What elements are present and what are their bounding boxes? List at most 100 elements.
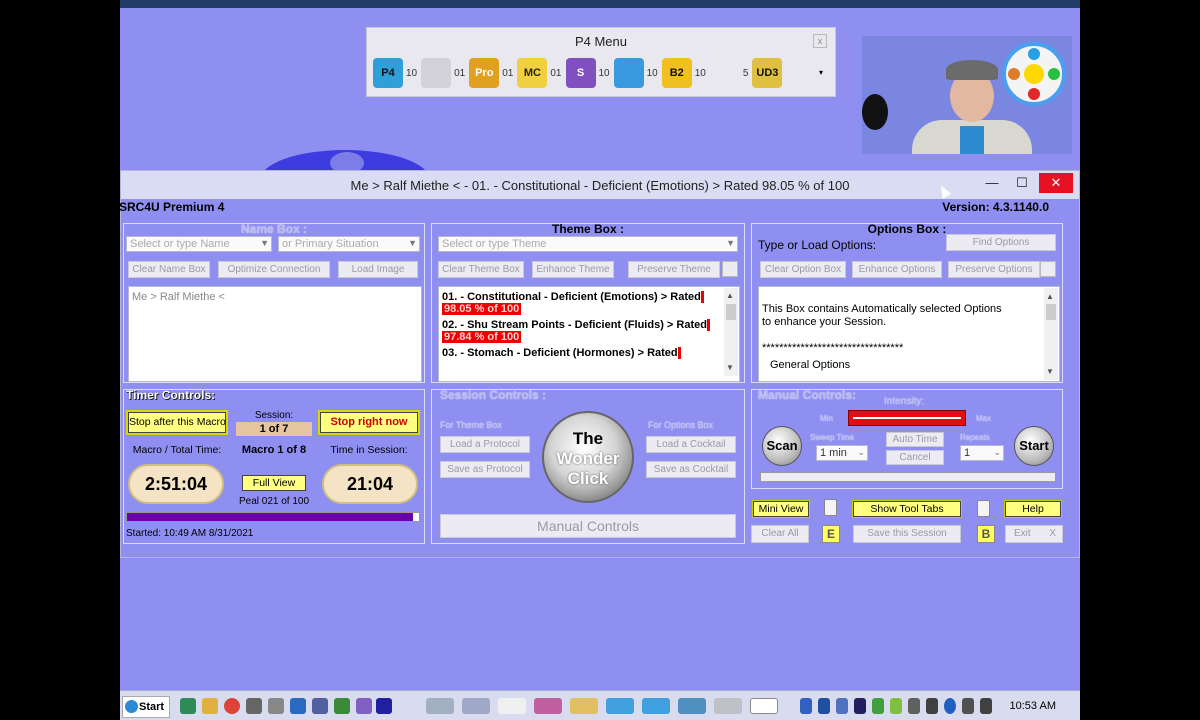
help-button[interactable]: Help — [1005, 501, 1061, 517]
mini-view-button[interactable]: Mini View — [753, 501, 809, 517]
p4-menu-close-button[interactable]: x — [813, 34, 827, 48]
clipboard-icon[interactable] — [824, 499, 837, 516]
intensity-slider[interactable] — [848, 410, 966, 426]
show-tool-tabs-button[interactable]: Show Tool Tabs — [853, 501, 961, 517]
p4-menu-item[interactable]: 01 — [421, 58, 465, 88]
full-view-button[interactable]: Full View — [242, 475, 306, 491]
options-checkbox[interactable] — [1040, 261, 1056, 277]
enhance-options-button[interactable]: Enhance Options — [852, 261, 942, 278]
runner-icon[interactable] — [613, 58, 644, 88]
theme-select[interactable]: Select or type Theme ▼ — [438, 236, 738, 252]
start-button[interactable]: Start — [122, 696, 170, 718]
clear-name-box-button[interactable]: Clear Name Box — [128, 261, 210, 278]
speaker-icon[interactable] — [926, 698, 938, 714]
tray-icon[interactable] — [800, 698, 812, 714]
load-image-button[interactable]: Load Image — [338, 261, 418, 278]
p4-menu-item[interactable]: 5 — [709, 58, 748, 88]
tray-icon[interactable] — [908, 698, 920, 714]
tray-icon[interactable] — [980, 698, 992, 714]
taskbar-clock[interactable]: 10:53 AM — [1010, 700, 1056, 712]
situation-select[interactable]: or Primary Situation ▼ — [278, 236, 420, 252]
tray-icon[interactable] — [836, 698, 848, 714]
minimize-button[interactable]: — — [977, 173, 1007, 193]
b2-icon[interactable]: B2 — [661, 58, 692, 88]
taskbar-chrome-icon[interactable] — [498, 698, 526, 714]
start-button[interactable]: Start — [1014, 426, 1054, 466]
taskbar-app-icon[interactable] — [462, 698, 490, 714]
network-icon[interactable] — [962, 698, 974, 714]
app-icon[interactable] — [246, 698, 262, 714]
taskbar-app-icon[interactable] — [750, 698, 778, 714]
p4-menu-item[interactable]: MC 01 — [517, 58, 562, 88]
optimize-connection-button[interactable]: Optimize Connection — [218, 261, 330, 278]
app-icon[interactable] — [180, 698, 196, 714]
p4-menu-item[interactable]: S 10 — [565, 58, 610, 88]
list-item[interactable]: 01. - Constitutional - Deficient (Emotio… — [442, 291, 721, 315]
manual-controls-button[interactable]: Manual Controls — [440, 514, 736, 538]
app-icon[interactable] — [268, 698, 284, 714]
app-icon[interactable] — [290, 698, 306, 714]
list-item[interactable]: 03. - Stomach - Deficient (Hormones) > R… — [442, 347, 721, 359]
infinity-icon[interactable] — [312, 698, 328, 714]
clear-option-box-button[interactable]: Clear Option Box — [760, 261, 846, 278]
taskbar-app-icon[interactable] — [534, 698, 562, 714]
chevron-down-icon[interactable]: ▾ — [819, 68, 823, 77]
p4-menu-item[interactable]: Pro 01 — [469, 58, 513, 88]
app-icon[interactable] — [334, 698, 350, 714]
load-protocol-button[interactable]: Load a Protocol — [440, 436, 530, 453]
wonder-click-button[interactable]: The Wonder Click — [542, 411, 634, 503]
options-text-area[interactable]: This Box contains Automatically selected… — [758, 286, 1060, 382]
b-button[interactable]: B — [977, 525, 995, 543]
options-scrollbar[interactable]: ▲ ▼ — [1044, 288, 1058, 380]
taskbar-app-icon[interactable] — [570, 698, 598, 714]
save-cocktail-button[interactable]: Save as Cocktail — [646, 461, 736, 478]
taskbar-app-icon[interactable] — [678, 698, 706, 714]
close-button[interactable]: ✕ — [1039, 173, 1073, 193]
folder-icon[interactable] — [202, 698, 218, 714]
repeats-select[interactable]: 1 ⌄ — [960, 445, 1004, 461]
enhance-theme-button[interactable]: Enhance Theme — [532, 261, 614, 278]
p4-icon[interactable]: P4 — [373, 58, 403, 88]
mc-master-controller-icon[interactable]: MC — [517, 58, 548, 88]
taskbar-p4-icon[interactable] — [642, 698, 670, 714]
sweep-time-select[interactable]: 1 min ⌄ — [816, 445, 868, 461]
src4u-ud3-icon[interactable]: UD3 — [752, 58, 783, 88]
chrome-icon[interactable] — [224, 698, 240, 714]
stop-after-macro-button[interactable]: Stop after this Macro — [128, 412, 226, 433]
scan-button[interactable]: Scan — [762, 426, 802, 466]
tray-icon[interactable] — [944, 698, 956, 714]
name-select[interactable]: Select or type Name ▼ — [126, 236, 272, 252]
name-text-area[interactable]: Me > Ralf Miethe < — [128, 286, 422, 382]
p4-menu-item[interactable]: B2 10 — [661, 58, 706, 88]
stop-right-now-button[interactable]: Stop right now — [320, 412, 418, 433]
clock-icon[interactable] — [421, 58, 452, 88]
e-button[interactable]: E — [822, 525, 840, 543]
p4-menu-item[interactable]: P4 10 — [373, 58, 417, 88]
taskbar-app-icon[interactable] — [426, 698, 454, 714]
tray-icon[interactable] — [872, 698, 884, 714]
cancel-button[interactable]: Cancel — [886, 450, 944, 465]
tray-icon[interactable] — [890, 698, 902, 714]
clear-all-button[interactable]: Clear All — [751, 525, 809, 543]
tray-icon[interactable] — [854, 698, 866, 714]
p4-menu-item[interactable]: UD3 — [752, 58, 783, 88]
auto-time-button[interactable]: Auto Time — [886, 432, 944, 447]
preserve-options-button[interactable]: Preserve Options — [948, 261, 1040, 278]
theme-list[interactable]: 01. - Constitutional - Deficient (Emotio… — [438, 286, 740, 382]
find-options-button[interactable]: Find Options — [946, 234, 1056, 251]
app-icon[interactable] — [356, 698, 372, 714]
p4-menu-item[interactable]: 10 — [613, 58, 658, 88]
save-protocol-button[interactable]: Save as Protocol — [440, 461, 530, 478]
theme-checkbox[interactable] — [722, 261, 738, 277]
load-cocktail-button[interactable]: Load a Cocktail — [646, 436, 736, 453]
exit-button[interactable]: Exit X — [1005, 525, 1063, 543]
maximize-button[interactable]: ☐ — [1007, 173, 1037, 193]
src4u-pro-icon[interactable]: Pro — [469, 58, 500, 88]
spiral-icon[interactable] — [709, 58, 740, 88]
spiral-s-icon[interactable]: S — [565, 58, 596, 88]
taskbar-p4-icon[interactable] — [606, 698, 634, 714]
tray-icon[interactable] — [818, 698, 830, 714]
document-icon[interactable] — [977, 500, 990, 517]
preserve-theme-button[interactable]: Preserve Theme — [628, 261, 720, 278]
app-icon[interactable] — [376, 698, 392, 714]
